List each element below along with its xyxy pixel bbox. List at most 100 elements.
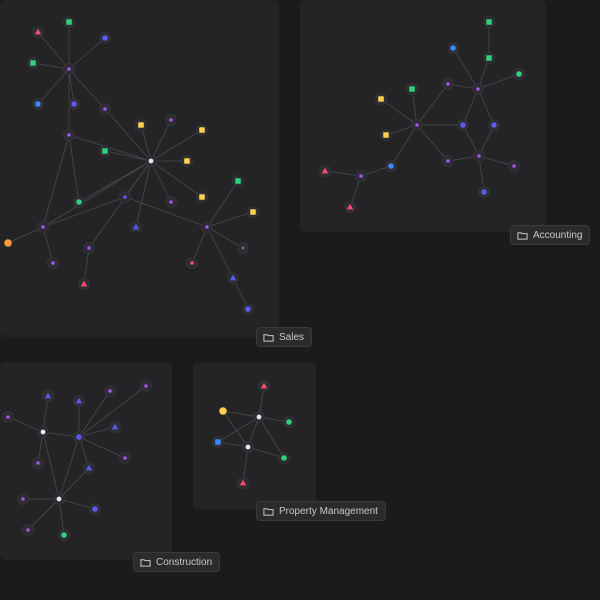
graph-node[interactable] (513, 68, 525, 80)
graph-node[interactable] (227, 272, 239, 284)
graph-edge (150, 160, 172, 203)
graph-node[interactable] (99, 103, 111, 115)
graph-node[interactable] (140, 380, 152, 392)
node-marker (199, 127, 205, 133)
node-marker (87, 246, 91, 250)
graph-node[interactable] (68, 98, 80, 110)
graph-node[interactable] (83, 242, 95, 254)
graph-node[interactable] (283, 416, 295, 428)
graph-node[interactable] (32, 98, 44, 110)
graph-node[interactable] (73, 196, 85, 208)
graph-node[interactable] (278, 452, 290, 464)
graph-node[interactable] (104, 385, 116, 397)
graph-node[interactable] (473, 150, 485, 162)
graph-node[interactable] (130, 221, 142, 233)
node-marker (138, 122, 144, 128)
graph-node[interactable] (472, 83, 484, 95)
graph-node[interactable] (212, 436, 224, 448)
graph-node[interactable] (135, 119, 147, 131)
node-marker (51, 261, 55, 265)
node-marker (378, 96, 384, 102)
graph-node[interactable] (165, 114, 177, 126)
graph-node[interactable] (53, 493, 65, 505)
graph-node[interactable] (27, 57, 39, 69)
graph-node[interactable] (242, 303, 254, 315)
graph-node[interactable] (58, 529, 70, 541)
graph-node[interactable] (119, 452, 131, 464)
graph-node[interactable] (78, 278, 90, 290)
graph-node[interactable] (186, 257, 198, 269)
graph-node[interactable] (32, 26, 44, 38)
graph-edge (27, 498, 60, 531)
graph-node[interactable] (165, 196, 177, 208)
graph-node[interactable] (83, 462, 95, 474)
accounting-group-label[interactable]: Accounting (510, 225, 591, 245)
graph-node[interactable] (380, 129, 392, 141)
graph-node[interactable] (375, 93, 387, 105)
graph-node[interactable] (119, 191, 131, 203)
node-marker (40, 429, 46, 435)
graph-node[interactable] (201, 221, 213, 233)
graph-node[interactable] (196, 191, 208, 203)
graph-node[interactable] (3, 238, 14, 249)
graph-node[interactable] (89, 503, 101, 515)
graph-node[interactable] (32, 457, 44, 469)
graph-node[interactable] (237, 477, 249, 489)
graph-node[interactable] (319, 165, 331, 177)
node-marker (219, 407, 227, 415)
graph-node[interactable] (406, 83, 418, 95)
graph-node[interactable] (483, 52, 495, 64)
graph-node[interactable] (42, 390, 54, 402)
graph-node[interactable] (258, 380, 270, 392)
graph-node[interactable] (488, 119, 500, 131)
graph-node[interactable] (37, 426, 49, 438)
graph-node[interactable] (483, 16, 495, 28)
node-marker (250, 209, 256, 215)
graph-node[interactable] (247, 206, 259, 218)
graph-node[interactable] (253, 411, 265, 423)
construction-group-label[interactable]: Construction (133, 552, 221, 572)
graph-node[interactable] (181, 155, 193, 167)
node-marker (36, 461, 40, 465)
node-marker (446, 82, 450, 86)
graph-node[interactable] (457, 119, 469, 131)
graph-node[interactable] (109, 421, 121, 433)
graph-node[interactable] (2, 411, 14, 423)
graph-node[interactable] (63, 129, 75, 141)
graph-node[interactable] (22, 524, 34, 536)
graph-node[interactable] (37, 221, 49, 233)
graph-node[interactable] (411, 119, 423, 131)
graph-node[interactable] (63, 63, 75, 75)
graph-node[interactable] (508, 160, 520, 172)
graph-node[interactable] (344, 201, 356, 213)
graph-edge (477, 73, 520, 90)
node-marker (486, 19, 492, 25)
graph-node[interactable] (47, 257, 59, 269)
graph-node[interactable] (99, 32, 111, 44)
node-marker (148, 158, 154, 164)
graph-node[interactable] (478, 186, 490, 198)
graph-node[interactable] (73, 395, 85, 407)
graph-node[interactable] (447, 42, 459, 54)
property-management-group-label[interactable]: Property Management (256, 501, 386, 521)
graph-node[interactable] (17, 493, 29, 505)
graph-edge (68, 134, 80, 203)
graph-node[interactable] (355, 170, 367, 182)
graph-node[interactable] (218, 406, 229, 417)
graph-node[interactable] (145, 155, 157, 167)
graph-node[interactable] (196, 124, 208, 136)
graph-node[interactable] (242, 441, 254, 453)
graph-node[interactable] (99, 145, 111, 157)
graph-node[interactable] (442, 155, 454, 167)
graph-node[interactable] (237, 242, 249, 254)
graph-node[interactable] (385, 160, 397, 172)
graph-node[interactable] (73, 431, 85, 443)
node-marker (460, 122, 466, 128)
graph-canvas[interactable]: Sales Accounting Property Management Con… (0, 0, 600, 600)
graph-node[interactable] (63, 16, 75, 28)
node-marker (388, 163, 394, 169)
graph-node[interactable] (442, 78, 454, 90)
node-marker (71, 101, 77, 107)
sales-group-label[interactable]: Sales (256, 327, 313, 347)
graph-node[interactable] (232, 175, 244, 187)
